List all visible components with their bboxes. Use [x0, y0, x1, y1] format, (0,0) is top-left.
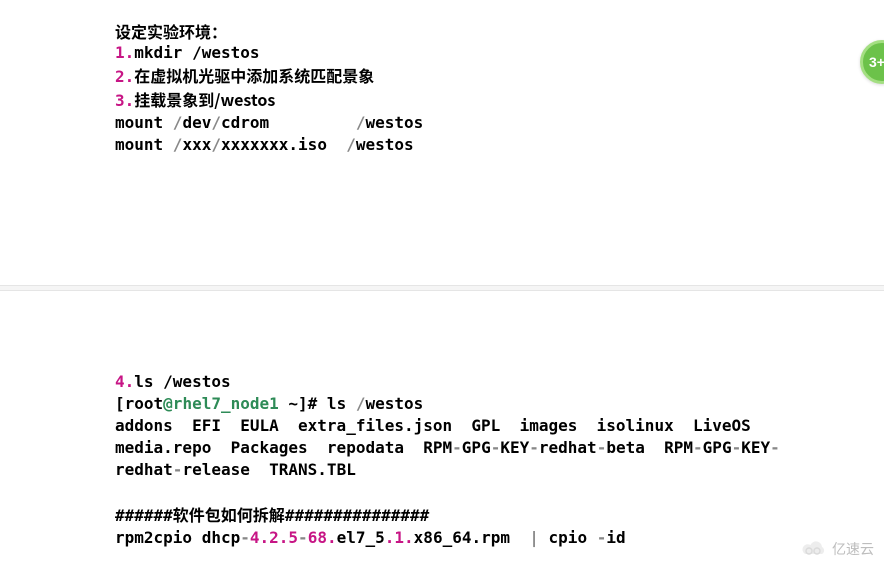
step-text: mkdir /westos [134, 43, 259, 62]
step-2: 2.在虚拟机光驱中添加系统匹配景象 [115, 64, 884, 88]
ls-output-1: addons EFI EULA extra_files.json GPL ima… [115, 415, 884, 437]
ls-output-2: media.repo Packages repodata RPM-GPG-KEY… [115, 437, 884, 459]
dash: - [732, 438, 742, 457]
t: ############### [285, 506, 430, 525]
t: [root [115, 394, 163, 413]
step-text: 在虚拟机光驱中添加系统匹配景象 [134, 63, 374, 87]
step-num: 3. [115, 91, 134, 110]
t: westos [356, 135, 414, 154]
dash: - [770, 438, 780, 457]
t: xxx [182, 135, 211, 154]
t: 软件包如何拆解 [173, 502, 285, 526]
pipe: | [529, 528, 539, 547]
step-1: 1.mkdir /westos [115, 42, 884, 64]
env-title: 设定实验环境： [115, 20, 884, 42]
t: RPM [664, 438, 693, 457]
section-header: ######软件包如何拆解############### [115, 503, 884, 527]
blank [115, 481, 884, 503]
step-text: 挂载景象到/westos [134, 87, 275, 111]
t: KEY [741, 438, 770, 457]
code-panel-2: 4.ls /westos [root@rhel7_node1 ~]# ls /w… [0, 290, 884, 567]
step-4: 4.ls /westos [115, 371, 884, 393]
dash: - [597, 528, 607, 547]
slash: / [211, 135, 221, 154]
dash: - [529, 438, 539, 457]
step-num: 1. [115, 43, 134, 62]
t: GPG [462, 438, 491, 457]
step-num: 4. [115, 372, 134, 391]
t: el7_5 [337, 528, 385, 547]
t: dev [182, 113, 211, 132]
ver: .1. [385, 528, 414, 547]
t: cdrom [221, 113, 356, 132]
dash: - [298, 528, 308, 547]
t: ~ [279, 394, 298, 413]
t: ###### [115, 506, 173, 525]
t: mount [115, 135, 173, 154]
t: westos [365, 394, 423, 413]
t: media.repo Packages repodata RPM [115, 438, 452, 457]
host: @rhel7_node1 [163, 394, 279, 413]
mount-line-2: mount /xxx/xxxxxxx.iso /westos [115, 134, 884, 156]
ls-output-3: redhat-release TRANS.TBL [115, 459, 884, 481]
step-text: ls /westos [134, 372, 230, 391]
t: redhat [539, 438, 597, 457]
step-num: 2. [115, 67, 134, 86]
t: cpio [539, 528, 597, 547]
t: beta [606, 438, 645, 457]
t: release TRANS.TBL [182, 460, 355, 479]
watermark: 亿速云 [800, 539, 874, 559]
slash: / [173, 135, 183, 154]
rpm2cpio-line: rpm2cpio dhcp-4.2.5-68.el7_5.1.x86_64.rp… [115, 527, 884, 549]
t: KEY [500, 438, 529, 457]
dash: - [173, 460, 183, 479]
t: rpm2cpio dhcp [115, 528, 240, 547]
t: GPG [703, 438, 732, 457]
ver: 4.2.5 [250, 528, 298, 547]
dash: - [597, 438, 607, 457]
dash: - [491, 438, 501, 457]
code-panel-1: 设定实验环境： 1.mkdir /westos 2.在虚拟机光驱中添加系统匹配景… [0, 0, 884, 286]
shell-prompt: [root@rhel7_node1 ~]# ls /westos [115, 393, 884, 415]
dash: - [240, 528, 250, 547]
t: xxxxxxx.iso [221, 135, 346, 154]
watermark-text: 亿速云 [832, 539, 874, 559]
ver: 68. [308, 528, 337, 547]
slash: / [346, 135, 356, 154]
step-3: 3.挂载景象到/westos [115, 88, 884, 112]
t: redhat [115, 460, 173, 479]
t: westos [365, 113, 423, 132]
slash: / [173, 113, 183, 132]
slash: / [211, 113, 221, 132]
t: id [606, 528, 625, 547]
dash: - [693, 438, 703, 457]
t: x86_64.rpm [414, 528, 530, 547]
t: ]# ls [298, 394, 356, 413]
t: mount [115, 113, 173, 132]
cloud-icon [800, 540, 828, 558]
mount-line-1: mount /dev/cdrom /westos [115, 112, 884, 134]
dash: - [452, 438, 462, 457]
